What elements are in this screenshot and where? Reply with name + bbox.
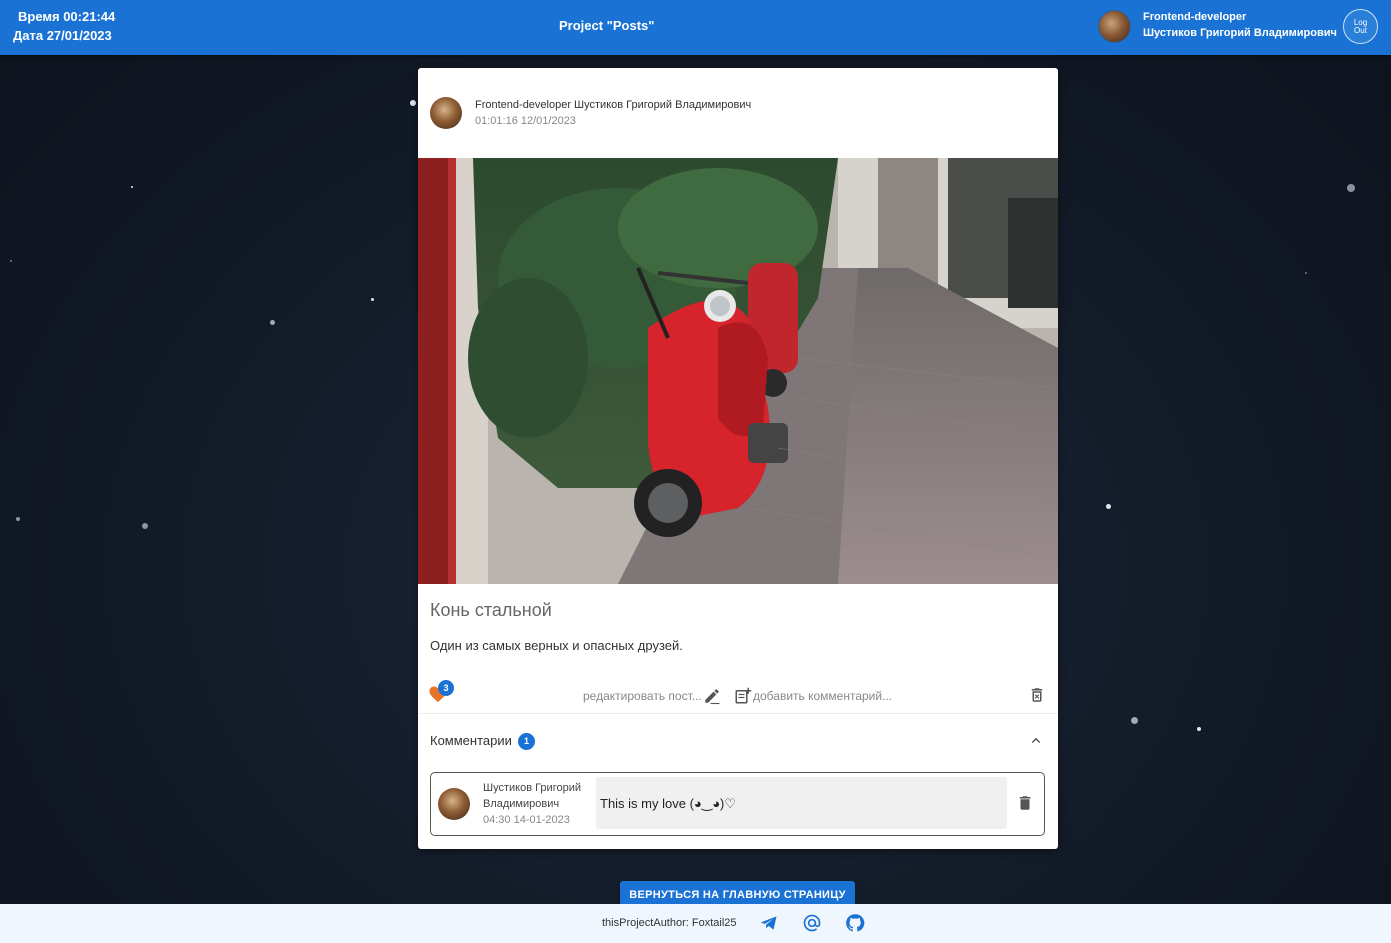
post-text: Один из самых верных и опасных друзей. [430,638,683,653]
pencil-icon[interactable] [703,687,721,705]
comments-count-badge: 1 [518,733,535,750]
logout-label-line2: Out [1354,26,1367,35]
star [142,523,148,529]
comment-text: This is my love (◕‿◕)♡ [600,796,737,811]
add-comment-button[interactable]: добавить комментарий... [753,689,892,703]
current-date: Дата 27/01/2023 [13,28,112,43]
post-title: Конь стальной [430,600,552,620]
section-divider [418,713,1058,714]
user-avatar[interactable] [1098,10,1131,43]
telegram-icon[interactable] [759,913,779,933]
email-at-icon[interactable] [802,913,822,933]
star [371,298,374,301]
comment-date: 04:30 14-01-2023 [483,814,570,826]
current-time: Время 00:21:44 [18,9,116,24]
star [270,320,275,325]
delete-comment-icon[interactable] [1016,794,1034,812]
star [1131,717,1138,724]
add-comment-icon[interactable] [734,687,752,705]
comment-author-avatar [438,788,470,820]
chevron-up-icon[interactable] [1027,732,1045,750]
comment-author-name-line2: Владимирович [483,798,560,810]
star [1106,504,1111,509]
red-scooter-photo [418,158,1058,584]
star [1347,184,1355,192]
github-icon[interactable] [845,913,865,933]
user-name: Шустиков Григорий Владимирович [1143,27,1337,39]
post-author-avatar [430,97,462,129]
post-author: Frontend-developer Шустиков Григорий Вла… [475,99,752,111]
footer-author: thisProjectAuthor: Foxtail25 [602,917,737,929]
star [1197,727,1201,731]
likes-count-badge: 3 [438,680,454,696]
footer: thisProjectAuthor: Foxtail25 [0,904,1391,943]
comment-item: Шустиков Григорий Владимирович 04:30 14-… [430,772,1045,836]
project-title: Project "Posts" [559,18,655,33]
star [131,186,133,188]
star [410,100,416,106]
comment-text-area: This is my love (◕‿◕)♡ [596,777,1007,829]
top-header: Время 00:21:44 Дата 27/01/2023 Project "… [0,0,1391,55]
post-image [418,158,1058,584]
star [1305,272,1307,274]
delete-post-icon[interactable] [1028,686,1046,704]
post-date: 01:01:16 12/01/2023 [475,115,576,127]
comment-author-name-line1: Шустиков Григорий [483,782,581,794]
comments-label: Комментарии [430,733,512,748]
star [10,260,12,262]
edit-post-button[interactable]: редактировать пост... [583,689,702,703]
star [16,517,20,521]
post-card: Frontend-developer Шустиков Григорий Вла… [418,68,1058,849]
logout-button[interactable]: Log Out [1343,9,1378,44]
user-role: Frontend-developer [1143,11,1247,23]
